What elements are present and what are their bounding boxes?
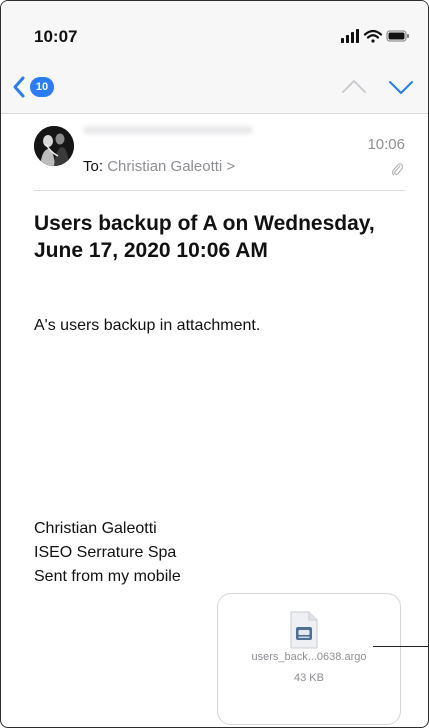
signature-sent-from: Sent from my mobile: [34, 568, 181, 585]
sender-name: [83, 126, 253, 134]
phone-frame: 10:07 10 To: Christian Galeotti > 10:06 …: [0, 0, 429, 728]
document-icon: [290, 611, 318, 649]
paperclip-icon: [392, 163, 403, 176]
attachment-file-size: 43 KB: [294, 672, 324, 684]
nav-bar: 10: [1, 61, 428, 114]
battery-icon: [386, 30, 409, 42]
header-divider: [34, 190, 405, 191]
recipient-name: Christian Galeotti >: [107, 158, 236, 175]
chevron-down-icon: [389, 81, 413, 94]
chevron-left-icon: [13, 76, 25, 98]
signature-company: ISEO Serrature Spa: [34, 544, 177, 561]
message-subject: Users backup of A on Wednesday, June 17,…: [34, 212, 375, 262]
callout-line: [373, 646, 428, 647]
status-time: 10:07: [34, 27, 78, 46]
unread-count-badge: 10: [30, 77, 54, 97]
status-icons: [341, 29, 409, 43]
previous-message-button[interactable]: [341, 75, 367, 99]
message-body: A's users backup in attachment.: [34, 317, 261, 334]
status-bar: 10:07: [1, 1, 428, 61]
wifi-icon: [363, 29, 383, 43]
sender-avatar[interactable]: [34, 126, 74, 166]
message-time: 10:06: [367, 136, 405, 153]
cellular-signal-icon: [341, 29, 359, 43]
signature-name: Christian Galeotti: [34, 520, 157, 537]
to-label: To:: [83, 158, 104, 175]
message-header: To: Christian Galeotti > 10:06: [1, 113, 428, 191]
attachment-card[interactable]: users_back...0638.argo 43 KB: [217, 593, 401, 725]
attachment-file-name: users_back...0638.argo: [251, 651, 367, 663]
chevron-up-icon: [342, 80, 366, 93]
back-button[interactable]: 10: [11, 73, 54, 101]
next-message-button[interactable]: [388, 75, 414, 99]
avatar-image: [34, 126, 74, 166]
recipient-line[interactable]: To: Christian Galeotti >: [83, 158, 235, 175]
signature: Christian Galeotti ISEO Serrature Spa Se…: [34, 517, 181, 589]
